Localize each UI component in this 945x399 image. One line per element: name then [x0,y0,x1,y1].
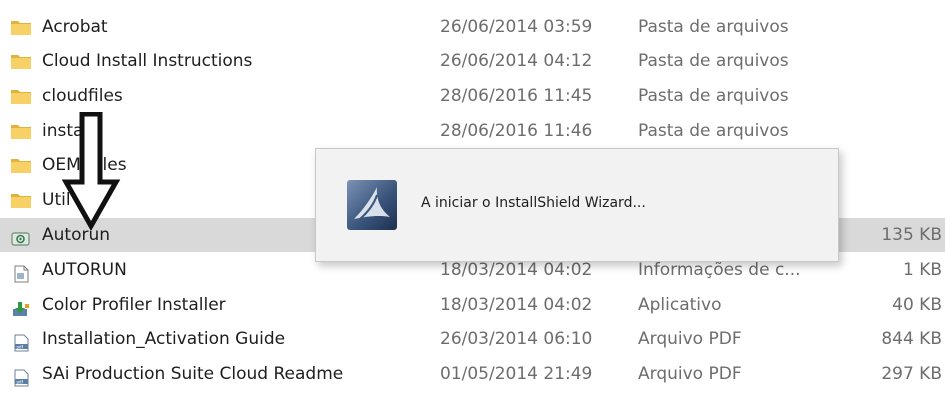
svg-text:pdf: pdf [17,379,24,384]
setup-info-icon [10,261,32,283]
file-row-sai-production-suite-cloud-readme[interactable]: pdf SAi Production Suite Cloud Readme 01… [0,357,945,391]
file-name: Acrobat [42,17,108,37]
installer-app-icon [10,296,32,316]
file-type: Pasta de arquivos [638,17,789,37]
file-row-cloud-install-instructions[interactable]: Cloud Install Instructions 26/06/2014 04… [0,44,945,78]
file-row-installation-activation-guide[interactable]: pdf Installation_Activation Guide 26/03/… [0,322,945,356]
folder-icon [10,52,32,70]
installshield-logo-icon [347,180,397,230]
file-type: Pasta de arquivos [638,121,789,141]
file-type: Aplicativo [638,295,722,315]
file-date: 28/06/2016 11:46 [440,121,593,141]
file-type: Pasta de arquivos [638,86,789,106]
file-name: Cloud Install Instructions [42,51,253,71]
file-name: AUTORUN [42,260,127,280]
svg-text:pdf: pdf [17,344,24,349]
down-arrow-icon [61,112,121,230]
file-size: 1 KB [902,260,942,280]
file-row-install[interactable]: install 28/06/2016 11:46 Pasta de arquiv… [0,114,945,148]
file-type: Arquivo PDF [638,329,742,349]
autorun-app-icon [10,226,32,246]
file-row-cloudfiles[interactable]: cloudfiles 28/06/2016 11:45 Pasta de arq… [0,79,945,113]
file-type: Pasta de arquivos [638,51,789,71]
installshield-splash-dialog: A iniciar o InstallShield Wizard... [315,148,839,262]
file-size: 844 KB [881,329,942,349]
file-size: 297 KB [881,364,942,384]
pdf-file-icon: pdf [10,330,32,352]
file-name: Color Profiler Installer [42,295,226,315]
file-date: 26/06/2014 03:59 [440,17,593,37]
file-row-color-profiler-installer[interactable]: Color Profiler Installer 18/03/2014 04:0… [0,288,945,322]
file-date: 26/03/2014 06:10 [440,329,593,349]
file-size: 135 KB [881,225,942,245]
file-row-acrobat[interactable]: Acrobat 26/06/2014 03:59 Pasta de arquiv… [0,10,945,44]
folder-icon [10,122,32,140]
folder-icon [10,87,32,105]
folder-icon [10,18,32,36]
file-date: 28/06/2016 11:45 [440,86,593,106]
installshield-status-text: A iniciar o InstallShield Wizard... [421,195,646,211]
pdf-file-icon: pdf [10,365,32,387]
folder-icon [10,191,32,209]
file-date: 18/03/2014 04:02 [440,295,593,315]
file-name: cloudfiles [42,86,123,106]
folder-icon [10,156,32,174]
file-name: Installation_Activation Guide [42,329,286,349]
file-size: 40 KB [892,295,942,315]
file-date: 26/06/2014 04:12 [440,51,593,71]
file-date: 01/05/2014 21:49 [440,364,593,384]
file-type: Arquivo PDF [638,364,742,384]
file-name: SAi Production Suite Cloud Readme [42,364,344,384]
